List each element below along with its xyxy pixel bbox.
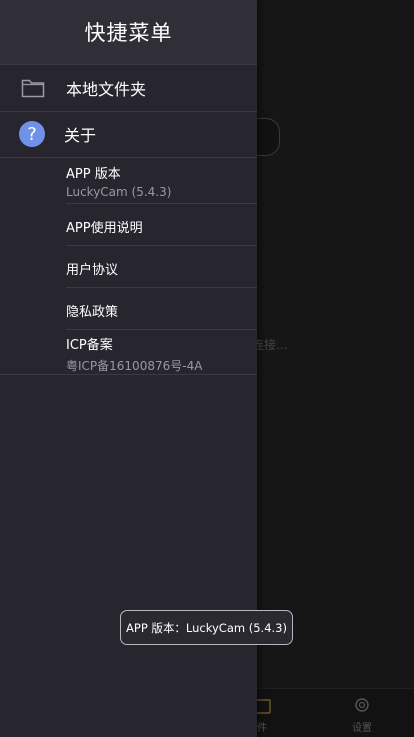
menu-item-about-label: 关于 <box>64 126 97 145</box>
app-version-title: APP 版本 <box>66 167 121 182</box>
tab-files-label: 件 <box>257 723 267 734</box>
about-icp-record[interactable]: ICP备案 粤ICP备16100876号-4A <box>66 330 257 375</box>
gear-icon <box>332 696 392 717</box>
help-icon: ? <box>0 120 64 148</box>
folder-icon <box>0 78 66 98</box>
drawer-title: 快捷菜单 <box>84 21 173 45</box>
app-guide-title: APP使用说明 <box>66 221 143 236</box>
tab-settings-label: 设置 <box>352 723 372 734</box>
privacy-policy-title: 隐私政策 <box>66 305 119 320</box>
tab-settings[interactable]: 设置 <box>332 696 392 734</box>
user-agreement-title: 用户协议 <box>66 263 119 278</box>
icp-record-value: 粤ICP备16100876号-4A <box>66 359 203 373</box>
drawer-header: 快捷菜单 <box>0 0 257 65</box>
icp-record-title: ICP备案 <box>66 338 113 353</box>
toast-message: APP 版本：LuckyCam (5.4.3) <box>120 610 293 645</box>
menu-item-local-folder-label: 本地文件夹 <box>66 80 147 99</box>
divider <box>0 374 257 375</box>
about-privacy-policy[interactable]: 隐私政策 <box>66 288 257 330</box>
toast-text: APP 版本：LuckyCam (5.4.3) <box>126 620 287 635</box>
about-app-guide[interactable]: APP使用说明 <box>66 204 257 246</box>
app-version-value: LuckyCam (5.4.3) <box>66 185 172 199</box>
about-user-agreement[interactable]: 用户协议 <box>66 246 257 288</box>
menu-item-local-folder[interactable]: 本地文件夹 <box>0 65 257 112</box>
menu-item-about[interactable]: ? 关于 <box>0 111 257 158</box>
svg-text:?: ? <box>27 124 37 145</box>
about-app-version[interactable]: APP 版本 LuckyCam (5.4.3) <box>66 158 257 204</box>
